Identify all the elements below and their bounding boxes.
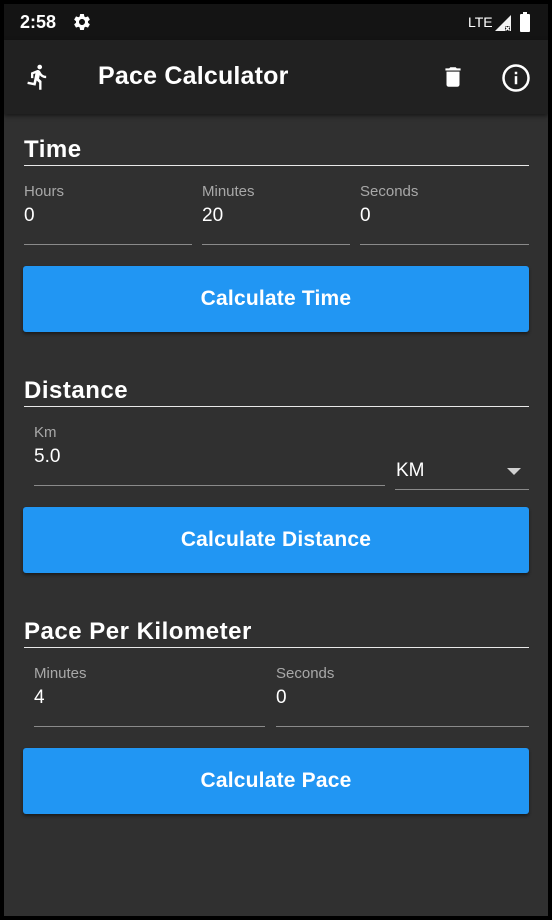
unit-underline [395, 489, 529, 490]
km-field[interactable]: Km 5.0 [34, 424, 385, 486]
info-icon[interactable] [501, 63, 531, 93]
minutes-label: Minutes [202, 183, 255, 200]
distance-section-title: Distance [24, 377, 529, 407]
pace-seconds-label: Seconds [276, 665, 335, 682]
network-type: LTE [468, 14, 493, 30]
km-label: Km [34, 424, 57, 441]
unit-selected: KM [396, 460, 425, 481]
settings-gear-icon [74, 13, 90, 30]
seconds-field[interactable]: Seconds 0 [360, 183, 529, 245]
time-section-title: Time [24, 136, 529, 166]
unit-dropdown[interactable]: KM [395, 452, 529, 490]
status-time: 2:58 [20, 12, 57, 32]
signal-icon [495, 15, 511, 31]
status-bar: 2:58 LTE [4, 4, 548, 40]
hours-label: Hours [24, 183, 65, 200]
minutes-underline [202, 244, 350, 245]
dropdown-arrow-icon [507, 468, 521, 475]
pace-minutes-underline [34, 726, 265, 727]
battery-icon [520, 12, 530, 32]
calculate-pace-button[interactable]: Calculate Pace [23, 748, 529, 814]
calculate-time-button[interactable]: Calculate Time [23, 266, 529, 332]
pace-minutes-field[interactable]: Minutes 4 [34, 665, 265, 727]
pace-section-title: Pace Per Kilometer [24, 618, 529, 648]
pace-minutes-label: Minutes [34, 665, 87, 682]
app-window: 2:58 LTE Pace Calculator Time Hours 0 Mi… [4, 4, 548, 916]
seconds-label: Seconds [360, 183, 419, 200]
km-value[interactable]: 5.0 [34, 446, 60, 468]
pace-seconds-field[interactable]: Seconds 0 [276, 665, 529, 727]
minutes-field[interactable]: Minutes 20 [202, 183, 350, 245]
hours-underline [24, 244, 192, 245]
minutes-value[interactable]: 20 [202, 205, 223, 227]
runner-icon [27, 64, 47, 90]
pace-seconds-value[interactable]: 0 [276, 687, 287, 709]
app-title: Pace Calculator [98, 62, 289, 90]
pace-seconds-underline [276, 726, 529, 727]
hours-value[interactable]: 0 [24, 205, 35, 227]
pace-minutes-value[interactable]: 4 [34, 687, 45, 709]
delete-icon[interactable] [440, 62, 466, 92]
seconds-underline [360, 244, 529, 245]
app-bar: Pace Calculator [4, 40, 548, 114]
hours-field[interactable]: Hours 0 [24, 183, 192, 245]
seconds-value[interactable]: 0 [360, 205, 371, 227]
km-underline [34, 485, 385, 486]
calculate-distance-button[interactable]: Calculate Distance [23, 507, 529, 573]
